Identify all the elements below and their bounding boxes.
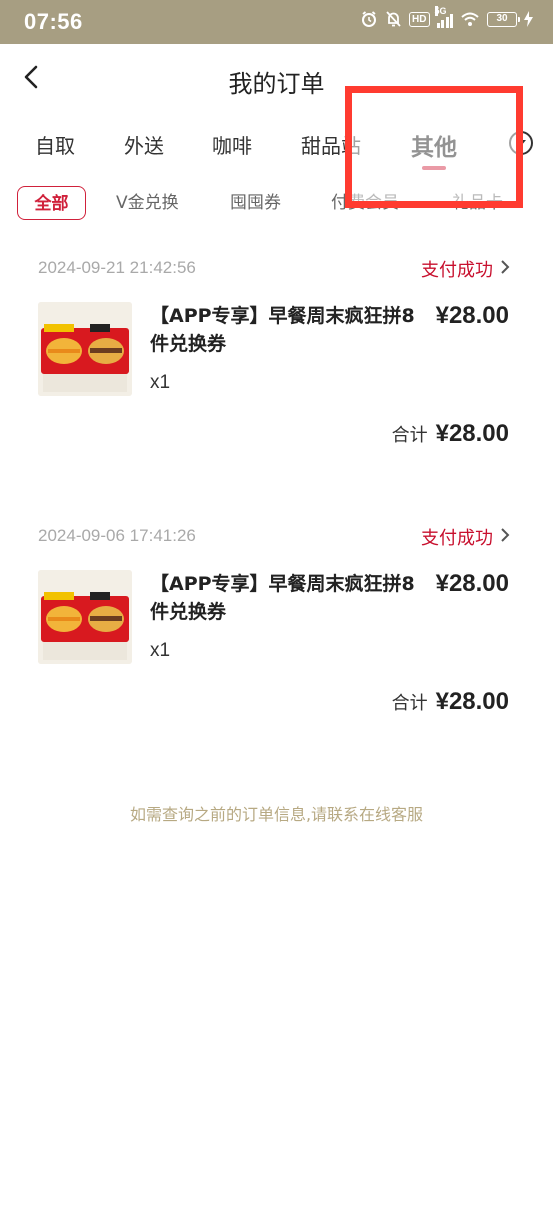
order-date: 2024-09-06 17:41:26 <box>38 526 196 545</box>
order-total-value: ¥28.00 <box>435 688 509 715</box>
status-time: 07:56 <box>24 9 83 34</box>
tab-self-pickup[interactable]: 自取 <box>35 130 75 159</box>
product-quantity: x1 <box>150 640 171 661</box>
product-name: 【APP专享】早餐周末疯狂拼8件兑换券 <box>150 305 415 355</box>
footer-note: 如需查询之前的订单信息,请联系在线客服 <box>129 805 424 824</box>
chevron-right-icon <box>501 528 510 542</box>
subtab-all[interactable]: 全部 <box>17 186 86 220</box>
wifi-icon <box>460 11 480 27</box>
battery-icon: 30 <box>487 11 520 27</box>
order-total-label: 合计 <box>391 425 428 446</box>
highlight-box <box>345 86 523 208</box>
subtab-stock-coupons[interactable]: 囤囤券 <box>230 186 281 220</box>
product-quantity: x1 <box>150 372 171 393</box>
status-bar: 07:56 HD 5G 30 <box>0 0 553 44</box>
order-total: 合计 ¥28.00 <box>392 420 509 448</box>
order-status[interactable]: 支付成功 <box>421 524 493 550</box>
order-total: 合计 ¥28.00 <box>392 688 509 716</box>
tab-coffee[interactable]: 咖啡 <box>212 130 252 159</box>
order-total-value: ¥28.00 <box>435 420 509 447</box>
subtab-vgold-exchange[interactable]: V金兑换 <box>116 186 179 220</box>
tab-delivery[interactable]: 外送 <box>124 130 164 159</box>
product-price: ¥28.00 <box>435 570 509 597</box>
charging-icon <box>524 11 533 27</box>
product-price: ¥28.00 <box>435 302 509 329</box>
alarm-icon <box>360 10 378 28</box>
product-image <box>38 302 132 396</box>
hd-badge: HD <box>409 11 430 27</box>
chevron-right-icon <box>501 260 510 274</box>
product-name: 【APP专享】早餐周末疯狂拼8件兑换券 <box>150 573 415 623</box>
signal-icon: 5G <box>434 6 453 28</box>
order-status[interactable]: 支付成功 <box>421 256 493 282</box>
status-icons: HD 5G 30 <box>360 6 533 28</box>
order-total-label: 合计 <box>391 693 428 714</box>
order-date: 2024-09-21 21:42:56 <box>38 258 196 277</box>
mute-icon <box>385 10 402 28</box>
product-image <box>38 570 132 664</box>
